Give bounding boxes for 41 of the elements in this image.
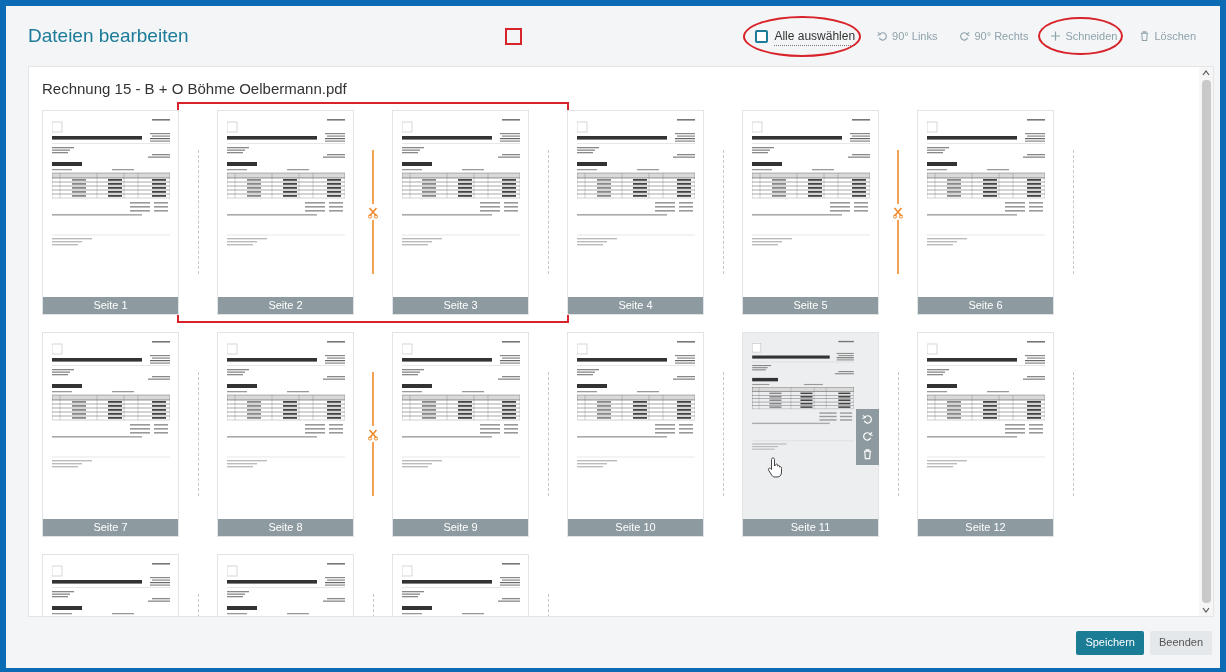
page-label: Seite 3 xyxy=(393,296,528,314)
page-label: Seite 6 xyxy=(918,296,1053,314)
page-thumbnail[interactable]: Seite 3 xyxy=(392,109,529,315)
page-label: Seite 1 xyxy=(43,296,178,314)
page-label: Seite 2 xyxy=(218,296,353,314)
scrollbar-thumb[interactable] xyxy=(1201,80,1211,603)
page-thumbnail[interactable]: Seite 5 xyxy=(742,109,879,315)
page-thumbnail[interactable]: Seite 6 xyxy=(917,109,1054,315)
page-label: Seite 11 xyxy=(743,518,878,536)
rotate-right-icon xyxy=(862,430,873,443)
dialog-title: Dateien bearbeiten xyxy=(28,23,189,48)
save-button[interactable]: Speichern xyxy=(1076,630,1144,655)
plus-icon xyxy=(1050,30,1062,42)
page-label: Seite 8 xyxy=(218,518,353,536)
select-all-checkbox[interactable]: Alle auswählen xyxy=(755,26,856,46)
rotate-left-icon xyxy=(877,30,889,42)
page-thumbnail[interactable]: Seite 7 xyxy=(42,331,179,537)
page-thumbnail[interactable]: Seite 1 xyxy=(42,109,179,315)
close-button[interactable]: Beenden xyxy=(1149,630,1212,655)
page-label: Seite 7 xyxy=(43,518,178,536)
scroll-up-icon[interactable] xyxy=(1202,69,1210,77)
page-thumbnail[interactable]: Seite 9 xyxy=(392,331,529,537)
page-label: Seite 5 xyxy=(743,296,878,314)
hand-cursor-icon xyxy=(767,456,783,478)
page-thumbnail[interactable]: Seite 12 xyxy=(917,331,1054,537)
trash-icon xyxy=(1139,30,1151,42)
rotate-right-icon xyxy=(959,30,971,42)
trash-icon xyxy=(862,447,873,460)
page-thumbnail[interactable]: Seite 4 xyxy=(567,109,704,315)
page-thumbnail[interactable]: Seite 10 xyxy=(567,331,704,537)
page-thumbnail[interactable]: Seite 11 xyxy=(742,331,879,537)
page-label: Seite 12 xyxy=(918,518,1053,536)
page-thumbnail[interactable]: Seite 2 xyxy=(217,109,354,315)
scroll-down-icon[interactable] xyxy=(1202,606,1210,614)
page-thumbnail[interactable]: Seite 8 xyxy=(217,331,354,537)
scrollbar[interactable] xyxy=(1199,67,1213,616)
file-name: Rechnung 15 - B + O Böhme Oelbermann.pdf xyxy=(42,79,348,99)
rotate-left-icon xyxy=(862,413,873,426)
page-label: Seite 4 xyxy=(568,296,703,314)
page-label: Seite 10 xyxy=(568,518,703,536)
page-label: Seite 9 xyxy=(393,518,528,536)
